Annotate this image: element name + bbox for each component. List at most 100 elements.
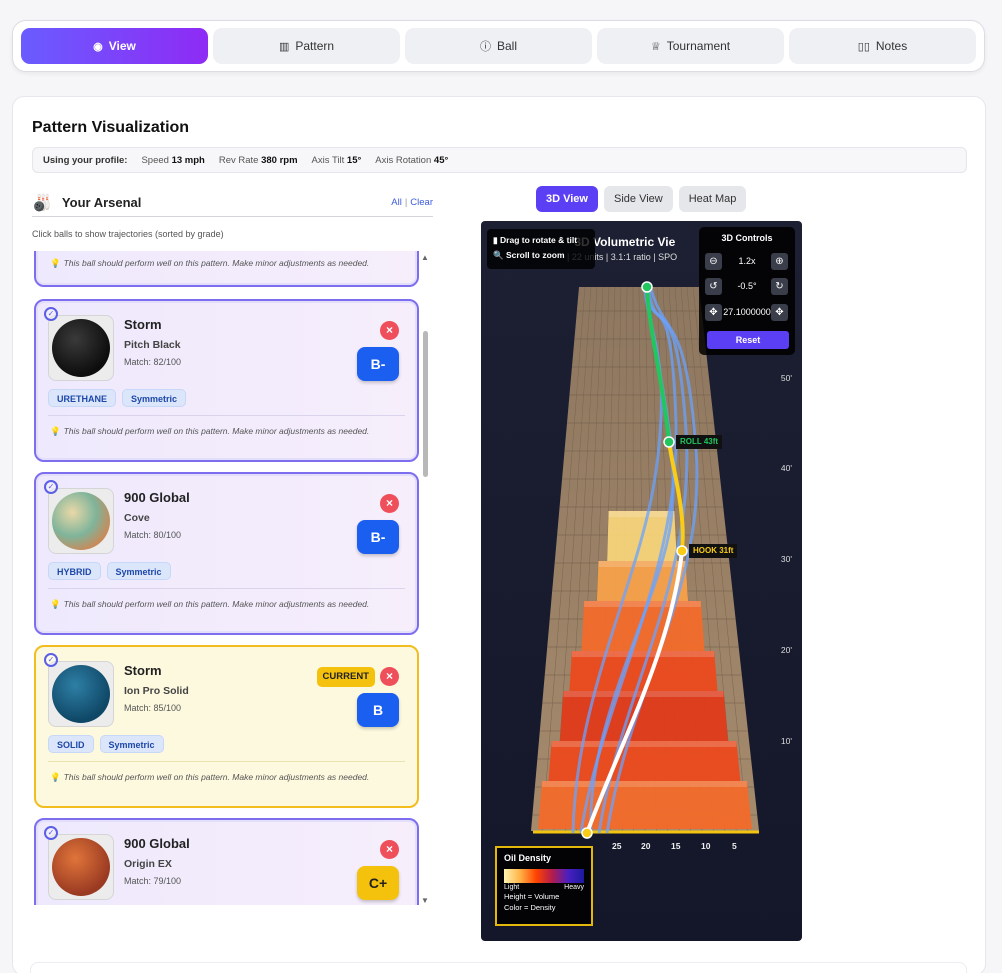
ball-image	[48, 661, 114, 727]
oil-density-legend: Oil Density Light Heavy Height = Volume …	[495, 846, 593, 926]
rotate-left-icon[interactable]: ↺	[705, 278, 722, 295]
legend-heavy: Heavy	[564, 884, 584, 891]
coverstock-tag: SOLID	[48, 735, 94, 753]
ball-image	[48, 488, 114, 554]
tab-view[interactable]: ◉ View	[21, 28, 208, 64]
ball-note: 💡 This ball should perform well on this p…	[50, 258, 370, 268]
pan-left-icon[interactable]: ✥	[705, 304, 722, 321]
controls-title: 3D Controls	[721, 233, 773, 243]
tab-heat-map[interactable]: Heat Map	[678, 186, 747, 212]
distance-label: 40'	[780, 463, 792, 473]
drag-instruction: ▮ Drag to rotate & tilt	[493, 235, 578, 245]
ball-image	[48, 315, 114, 381]
tab-label: Notes	[875, 39, 908, 53]
board-label: 5	[732, 841, 737, 851]
lane-3d-viewer[interactable]: - 3D Volumetric Vie | 22 units | 3.1:1 r…	[481, 221, 802, 941]
bulb-icon: 💡	[50, 599, 61, 609]
trophy-icon: ♕	[650, 40, 661, 53]
current-badge: CURRENT	[316, 667, 375, 687]
ball-model: Ion Pro Solid	[124, 685, 189, 697]
distance-label: 10'	[780, 736, 792, 746]
ball-list[interactable]: 💡 This ball should perform well on this p…	[32, 251, 433, 905]
profile-speed: Speed 13 mph	[141, 154, 205, 166]
next-section-card	[30, 962, 967, 973]
ball-card[interactable]: ✓ 900 Global Cove Match: 80/100 × B- HYB…	[34, 472, 419, 635]
check-icon[interactable]: ✓	[44, 826, 58, 840]
ball-tags: SOLID Symmetric	[48, 735, 164, 753]
clear-link[interactable]: Clear	[410, 197, 433, 208]
profile-axis-rotation: Axis Rotation 45°	[375, 154, 449, 166]
scroll-instruction: 🔍 Scroll to zoom	[493, 250, 565, 260]
oil-block-top	[541, 781, 747, 787]
check-icon[interactable]: ✓	[44, 480, 58, 494]
tab-ball[interactable]: ⓘ Ball	[405, 28, 592, 64]
reset-button[interactable]: Reset	[707, 331, 789, 349]
tab-label: Pattern	[295, 39, 335, 53]
page-title: Pattern Visualization	[32, 119, 190, 136]
scrollbar[interactable]: ▲ ▼	[421, 251, 431, 905]
arsenal-links: All | Clear	[391, 197, 433, 208]
roll-point-marker	[663, 436, 675, 448]
ball-match: Match: 79/100	[124, 876, 182, 886]
grade-badge: C+	[357, 866, 399, 900]
remove-ball-button[interactable]: ×	[380, 321, 399, 340]
zoom-value: 1.2x	[738, 256, 756, 266]
rotation-value: -0.5°	[737, 281, 757, 291]
tab-side-view[interactable]: Side View	[604, 186, 673, 212]
board-label: 20	[641, 841, 651, 851]
ball-match: Match: 82/100	[124, 357, 182, 367]
ball-tags: URETHANE Symmetric	[48, 389, 187, 407]
oil-block-top	[551, 741, 737, 747]
ball-match: Match: 80/100	[124, 530, 182, 540]
divider	[48, 761, 405, 762]
hook-point-marker	[676, 545, 688, 557]
viewer-instructions: ▮ Drag to rotate & tilt 🔍 Scroll to zoom	[487, 229, 595, 269]
distance-label: 20'	[780, 645, 792, 655]
scroll-up-icon[interactable]: ▲	[421, 253, 429, 262]
remove-ball-button[interactable]: ×	[380, 840, 399, 859]
divider	[48, 415, 405, 416]
tab-3d-view[interactable]: 3D View	[536, 186, 598, 212]
pin-deck-marker	[641, 281, 653, 293]
remove-ball-button[interactable]: ×	[380, 494, 399, 513]
select-all-link[interactable]: All	[391, 197, 402, 208]
board-label: 15	[671, 841, 681, 851]
tab-notes[interactable]: ▯▯ Notes	[789, 28, 976, 64]
pan-right-icon[interactable]: ✥	[771, 304, 788, 321]
ball-model: Origin EX	[124, 858, 172, 870]
oil-block-top	[584, 601, 701, 607]
ball-match: Match: 85/100	[124, 703, 182, 713]
arsenal-hint: Click balls to show trajectories (sorted…	[32, 229, 224, 239]
tab-pattern[interactable]: ▥ Pattern	[213, 28, 400, 64]
scroll-down-icon[interactable]: ▼	[421, 896, 429, 905]
remove-ball-button[interactable]: ×	[380, 667, 399, 686]
tab-tournament[interactable]: ♕ Tournament	[597, 28, 784, 64]
ball-note: 💡 This ball should perform well on this p…	[50, 599, 370, 609]
tab-label: Ball	[496, 39, 517, 53]
grade-badge: B-	[357, 520, 399, 554]
tab-label: View	[108, 39, 136, 53]
arsenal-header: 🎳 Your Arsenal All | Clear	[32, 189, 433, 217]
check-icon[interactable]: ✓	[44, 653, 58, 667]
rotate-right-icon[interactable]: ↻	[771, 278, 788, 295]
ball-model: Pitch Black	[124, 339, 181, 351]
ball-card[interactable]: ✓ 900 Global Origin EX Match: 79/100 × C…	[34, 818, 419, 905]
ball-card[interactable]: ✓ Storm Pitch Black Match: 82/100 × B- U…	[34, 299, 419, 462]
core-tag: Symmetric	[99, 735, 164, 753]
scrollbar-thumb[interactable]	[423, 331, 428, 477]
ball-card[interactable]: 💡 This ball should perform well on this p…	[34, 251, 419, 287]
distance-label: 30'	[780, 554, 792, 564]
zoom-out-icon[interactable]: ⊖	[705, 253, 722, 270]
check-icon[interactable]: ✓	[44, 307, 58, 321]
ball-brand: Storm	[124, 317, 162, 332]
legend-height-note: Height = Volume	[504, 892, 560, 901]
ball-tags: HYBRID Symmetric	[48, 562, 171, 580]
zoom-in-icon[interactable]: ⊕	[771, 253, 788, 270]
release-marker	[581, 827, 593, 839]
profile-label: Using your profile:	[43, 154, 128, 166]
ball-card-current[interactable]: ✓ Storm Ion Pro Solid Match: 85/100 CURR…	[34, 645, 419, 808]
oil-block-top	[608, 511, 675, 517]
view-tabs: 3D View Side View Heat Map	[536, 186, 747, 212]
ball-brand: 900 Global	[124, 836, 190, 851]
arsenal-title: Your Arsenal	[61, 195, 142, 210]
